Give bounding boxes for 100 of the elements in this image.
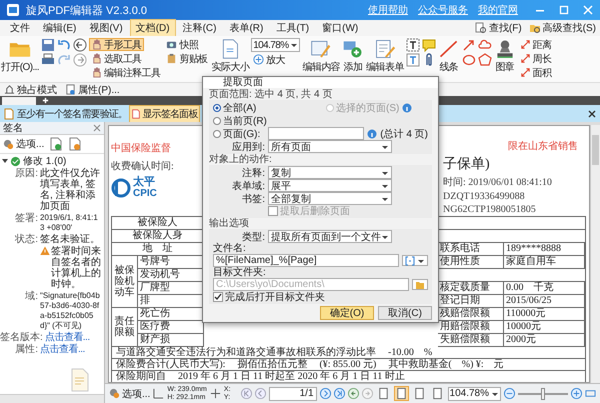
menu-tab[interactable]: 文件 — [4, 19, 36, 37]
page-number-field[interactable]: 1/1 — [268, 386, 317, 400]
page-heading: 中国保险监督 — [111, 142, 172, 155]
detail-link[interactable]: 点击查看... — [40, 344, 85, 355]
fit-width-icon[interactable] — [585, 388, 596, 399]
action-dropdown[interactable]: 全部复制 — [268, 192, 392, 205]
action-dropdown[interactable]: 复制 — [268, 166, 392, 179]
options-button[interactable]: 选项... — [109, 386, 150, 400]
action-dropdown[interactable]: 展平 — [268, 179, 392, 192]
last-page-icon[interactable] — [334, 388, 345, 399]
tool-button[interactable]: 选取工具 — [88, 52, 144, 65]
ok-button[interactable]: 确定(O) — [320, 306, 374, 320]
radio-button[interactable] — [213, 104, 221, 112]
house-icon — [4, 84, 15, 95]
horizontal-scrollbar[interactable] — [0, 394, 104, 403]
text-field-icon[interactable] — [406, 53, 420, 67]
zoom-dropdown[interactable]: 104.78% — [251, 38, 300, 52]
back-icon[interactable] — [72, 38, 87, 52]
add-button[interactable]: 添加 — [342, 38, 364, 75]
validate-icon[interactable] — [49, 137, 64, 151]
type-dropdown[interactable]: 提取所有页面到一个文件 — [268, 230, 392, 243]
detail-label: 签名版本: — [0, 332, 43, 343]
apply-to-dropdown[interactable]: 所有页面 — [268, 140, 392, 153]
menu-tab[interactable]: 视图(V) — [83, 19, 129, 37]
previous-page-icon[interactable] — [254, 388, 266, 399]
measure-button[interactable]: 距离 — [518, 38, 554, 51]
menu-tab[interactable]: 窗口(W) — [316, 19, 364, 37]
edit-form-button[interactable]: 编辑表单 — [366, 38, 404, 75]
print-icon[interactable] — [40, 53, 55, 67]
zoom-out-icon[interactable] — [504, 388, 515, 399]
edit-content-button[interactable]: 编辑内容 — [302, 38, 340, 75]
info-icon[interactable] — [402, 102, 412, 112]
menu-tab[interactable]: 文档(D) — [130, 19, 176, 37]
save-icon[interactable] — [40, 38, 55, 52]
table-cell: 财产损 — [138, 334, 204, 347]
line-button[interactable]: 线条 — [438, 38, 460, 75]
table-cell: 2000元 — [506, 334, 536, 345]
menu-tab[interactable]: 表单(R) — [223, 19, 270, 37]
tool-button[interactable]: 编辑注释工具 — [88, 66, 162, 79]
actual-size-button[interactable]: 实际大小 — [212, 38, 250, 75]
table-cell: 核定载质量 — [440, 282, 490, 293]
measure-button[interactable]: 面积 — [518, 66, 554, 79]
zoom-dropdown[interactable]: 104.78% — [448, 386, 501, 400]
macro-button[interactable] — [402, 255, 428, 266]
radio-option[interactable]: 全部(A) — [213, 100, 323, 114]
undo-icon[interactable] — [56, 38, 71, 52]
measure-button[interactable]: 周长 — [518, 52, 554, 65]
maximize-icon[interactable] — [558, 4, 570, 16]
hand-icon — [90, 67, 102, 78]
zoom-in-button[interactable]: 放大 — [251, 53, 288, 66]
vertical-scrollbar[interactable] — [590, 125, 600, 383]
stamp-button[interactable]: 图章 — [494, 38, 516, 75]
warning-icon — [40, 246, 50, 256]
zoom-in-icon[interactable] — [571, 388, 582, 399]
ellipse-icon[interactable] — [462, 53, 476, 67]
tree-item[interactable]: 修改 1.(0) — [0, 154, 104, 168]
snapshot-button[interactable]: 快照 — [164, 38, 200, 51]
detail-label: 签署: — [14, 213, 38, 226]
checkbox[interactable] — [213, 292, 223, 302]
open-button[interactable]: 打开(O)... — [1, 38, 39, 75]
radio-button[interactable] — [213, 116, 221, 124]
validate-all-icon[interactable] — [68, 137, 82, 151]
filename-field[interactable]: %[FileName]_%[Page] — [213, 254, 399, 267]
find-button[interactable]: 查找(F) — [474, 21, 522, 35]
detail-label: 原因: — [14, 168, 38, 181]
radio-button[interactable] — [213, 130, 221, 138]
menu-tab[interactable]: 编辑(E) — [37, 19, 82, 37]
clipboard-button[interactable]: 剪贴板 — [164, 52, 210, 65]
detail-link[interactable]: 点击查看... — [44, 332, 90, 343]
page-view-icon[interactable] — [394, 386, 409, 401]
info-icon[interactable] — [367, 128, 378, 138]
checkbox-option[interactable]: 完成后打开目标文件夹 — [213, 291, 428, 303]
browse-folder-button[interactable] — [412, 279, 428, 290]
slider-thumb[interactable] — [541, 388, 545, 400]
table-cell: 保险期间自 — [116, 371, 166, 382]
advanced-find-button[interactable]: 高级查找(S) — [528, 21, 596, 35]
add-tab-icon[interactable] — [42, 97, 49, 104]
exclusive-mode-button[interactable]: 独占模式 — [4, 82, 57, 96]
arrow-icon[interactable] — [462, 38, 476, 52]
document-tab[interactable] — [2, 96, 36, 104]
logo-text: CPIC — [133, 188, 157, 199]
options-button[interactable]: 选项... — [3, 137, 44, 151]
pages-input-field[interactable] — [268, 127, 364, 140]
close-icon[interactable] — [587, 108, 597, 118]
cancel-button[interactable]: 取消(C) — [378, 306, 432, 320]
show-signature-panel-button[interactable]: 显示签名面板 — [129, 104, 200, 122]
table-cell: 0.00 千克 — [506, 282, 554, 293]
tool-button[interactable]: 手形工具 — [88, 38, 144, 51]
radio-option[interactable]: 当前页(R) — [213, 114, 267, 128]
menu-tab[interactable]: 工具(T) — [270, 19, 316, 37]
document-icon — [3, 108, 15, 120]
first-page-icon[interactable] — [240, 388, 252, 399]
next-page-icon[interactable] — [320, 388, 331, 399]
menu-tab[interactable]: 注释(C) — [176, 19, 222, 37]
table-cell: 被保险机动车 — [114, 265, 134, 298]
page-text: DZQT19336499088 — [443, 191, 526, 202]
text-box-icon[interactable] — [406, 38, 420, 52]
radio-option[interactable]: 页面(G): — [213, 126, 265, 140]
folder-search-icon — [528, 22, 541, 34]
polygon-icon[interactable] — [478, 53, 492, 67]
